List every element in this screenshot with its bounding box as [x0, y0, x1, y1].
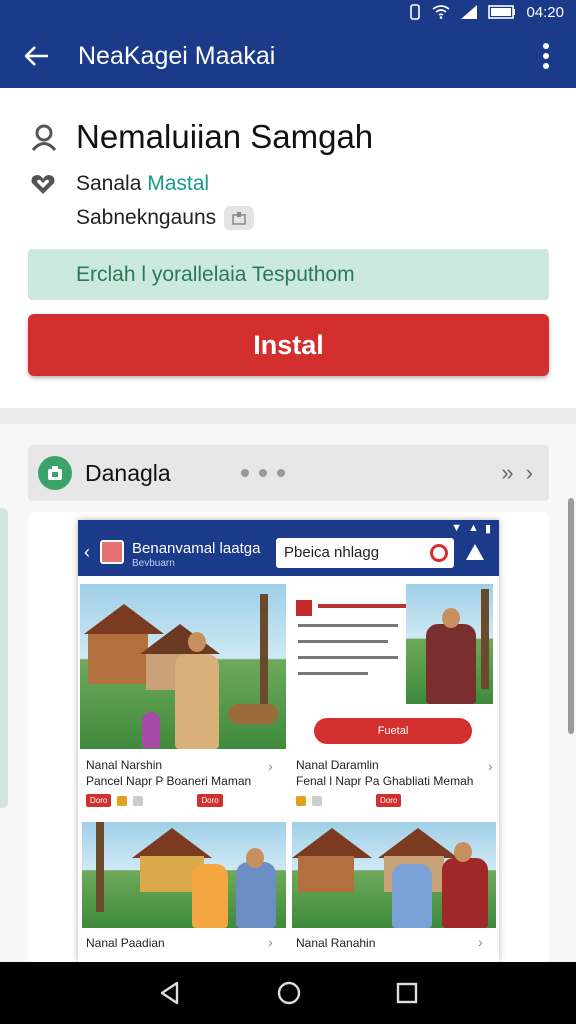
screenshot-app-icon: [100, 540, 124, 564]
screenshot-card[interactable]: ▼ ▲ ▮ ‹ Benanvamal laatga Bevbuarn Pbeica …: [28, 512, 549, 962]
heart-icon: [31, 175, 55, 194]
gallery-icon: [38, 456, 72, 490]
pager-dot[interactable]: [276, 469, 285, 477]
gallery-nav: » ›: [501, 460, 533, 486]
screenshot-item-subtitle: Fenal l Napr Pa Ghabliati Memah: [296, 774, 474, 788]
screenshots-section: Danagla » › ▼ ▲ ▮ ‹ Benanvamal laatga Bevb…: [0, 424, 576, 962]
screenshot-tag: Doro: [197, 794, 223, 807]
promo-banner[interactable]: Erclah l yorallelaia Tesputhom: [28, 249, 549, 300]
more-options-button[interactable]: [516, 24, 576, 88]
signal-icon: [461, 5, 478, 19]
screenshot-image-4: [292, 822, 496, 928]
screenshot-item-title: Nanal Ranahin: [296, 936, 376, 950]
status-time: 04:20: [526, 3, 564, 21]
screenshot-tag: Doro: [376, 794, 402, 807]
chevron-right-icon: ›: [478, 934, 483, 950]
app-screenshot: ▼ ▲ ▮ ‹ Benanvamal laatga Bevbuarn Pbeica …: [78, 520, 499, 962]
app-bar-title: NeaKagei Maakai: [78, 41, 276, 70]
scrollbar[interactable]: [568, 498, 574, 734]
screenshot-subtitle: Bevbuarn: [132, 558, 175, 569]
app-name: Nemaluiian Samgah: [76, 118, 374, 155]
chevron-right-icon: ›: [268, 758, 273, 774]
screenshot-tag: Doro: [86, 794, 112, 807]
nav-recents-icon[interactable]: [395, 981, 419, 1005]
screenshot-item-tags: Doro: [296, 794, 402, 807]
pager-dot[interactable]: [258, 469, 267, 477]
screenshot-title: Benanvamal laatga: [132, 540, 261, 557]
category-row: Sabnekngauns: [76, 206, 255, 230]
section-divider: [0, 408, 576, 424]
screenshot-item-title: Nanal Daramlin: [296, 758, 379, 772]
screenshot-status: ▼ ▲ ▮: [451, 522, 491, 535]
nav-back-icon[interactable]: [157, 980, 183, 1006]
app-header-card: Nemaluiian Samgah Sanala Mastal Sabnekng…: [0, 88, 576, 408]
badge-icon: [224, 206, 255, 230]
double-chevron-right-icon[interactable]: »: [501, 460, 513, 486]
screenshot-item-tags: Doro Doro: [86, 794, 223, 807]
system-nav-bar: [0, 962, 576, 1024]
status-bar: 04:20: [0, 0, 576, 24]
search-icon: [430, 544, 448, 562]
nav-home-icon[interactable]: [276, 980, 302, 1006]
screenshot-image-1: [80, 584, 286, 749]
wifi-icon: [432, 5, 450, 19]
screenshot-item-title: Nanal Paadian: [86, 936, 165, 950]
pager-dots[interactable]: [240, 469, 285, 477]
chevron-right-icon[interactable]: ›: [526, 460, 533, 486]
battery-icon: [488, 5, 516, 19]
screenshot-app-bar: ▼ ▲ ▮ ‹ Benanvamal laatga Bevbuarn Pbeica …: [78, 520, 499, 576]
gallery-title: Danagla: [85, 459, 171, 486]
developer-name: Sanala Mastal: [76, 172, 210, 195]
install-button[interactable]: Instal: [28, 314, 549, 376]
bell-icon: [466, 544, 484, 560]
app-bar: NeaKagei Maakai: [0, 24, 576, 88]
screenshot-item-title: Nanal Narshin: [86, 758, 163, 772]
developer-row: Sanala Mastal: [30, 172, 209, 196]
screenshot-image-3: [82, 822, 286, 928]
screenshot-search: Pbeica nhlagg: [276, 538, 454, 568]
chevron-right-icon: ›: [488, 758, 493, 774]
screenshot-back-icon: ‹: [84, 542, 90, 562]
name-row: Nemaluiian Samgah: [30, 118, 373, 156]
screenshot-promo-button: Fuetal: [314, 718, 472, 744]
category-text: Sabnekngauns: [76, 206, 217, 229]
pager-dot[interactable]: [240, 469, 249, 477]
person-icon: [31, 124, 57, 151]
more-vertical-icon: [543, 43, 549, 69]
previous-card-edge[interactable]: [0, 508, 8, 808]
back-button[interactable]: [6, 24, 66, 88]
developer-accent[interactable]: Mastal: [147, 172, 209, 195]
chevron-right-icon: ›: [268, 934, 273, 950]
gallery-header: Danagla » ›: [28, 445, 549, 501]
screenshot-item-subtitle: Pancel Napr P Boaneri Maman: [86, 774, 252, 788]
vibrate-icon: [410, 4, 421, 20]
back-arrow-icon: [24, 46, 48, 66]
